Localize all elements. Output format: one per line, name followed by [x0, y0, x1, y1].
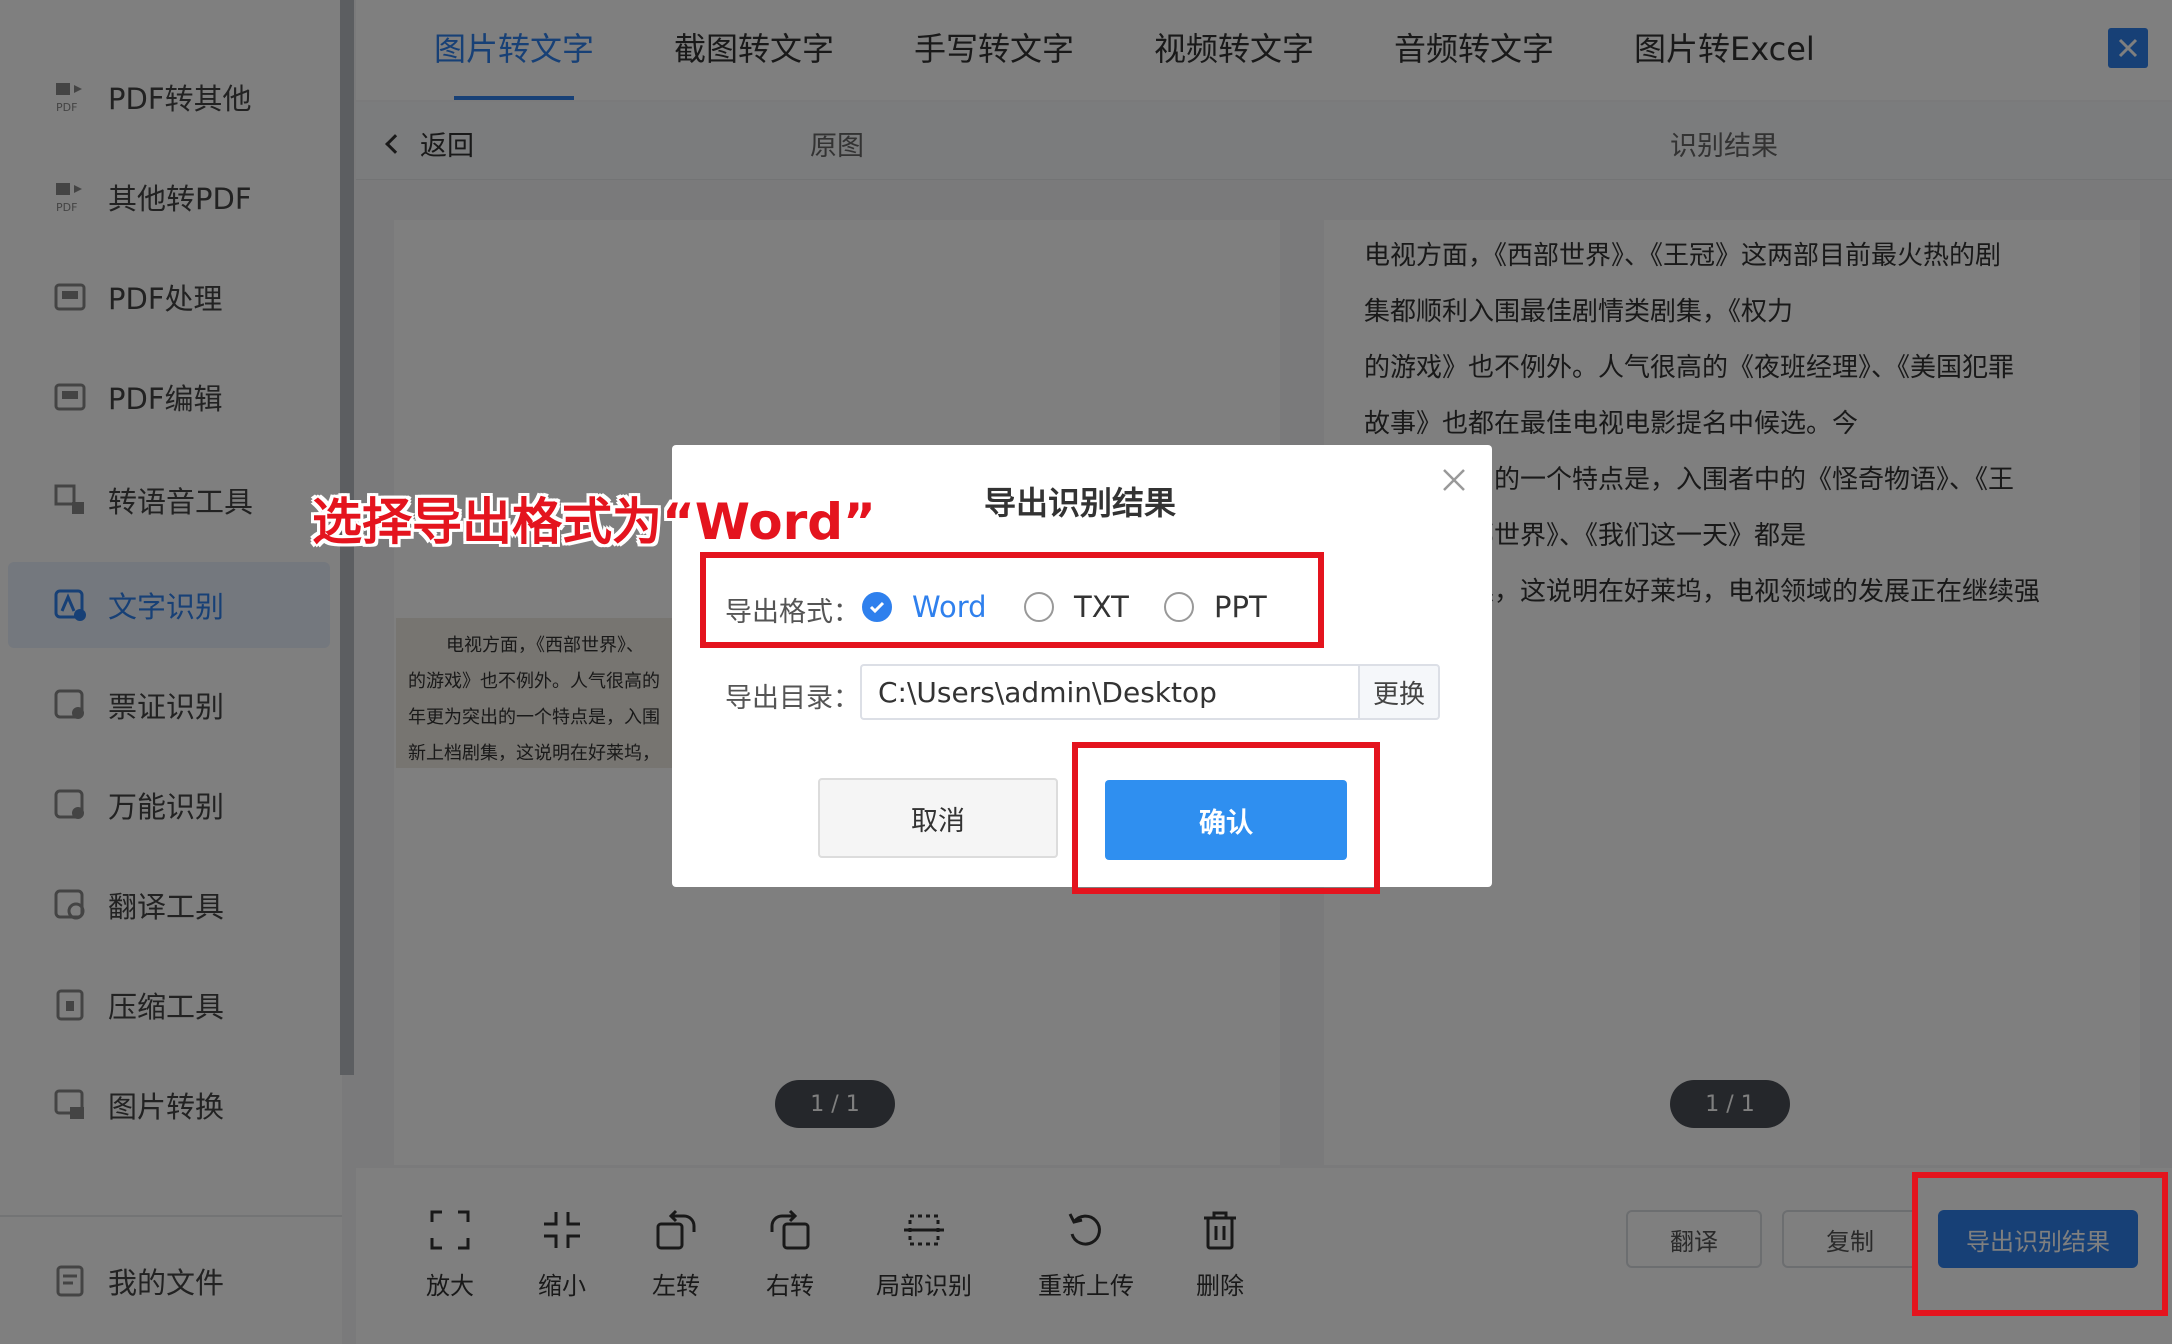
dialog-title: 导出识别结果	[984, 484, 1177, 522]
change-dir-button[interactable]: 更换	[1358, 664, 1440, 720]
dialog-close-button[interactable]	[1440, 466, 1468, 494]
highlight-format-box	[700, 552, 1324, 648]
highlight-confirm-box	[1072, 742, 1380, 894]
cancel-button[interactable]: 取消	[818, 778, 1058, 858]
export-dir-label: 导出目录：	[725, 683, 860, 714]
export-dir-input[interactable]: C:\Users\admin\Desktop	[860, 664, 1358, 720]
close-icon	[1443, 469, 1465, 491]
highlight-export-box	[1912, 1172, 2168, 1316]
annotation-callout: 选择导出格式为“Word”	[312, 493, 876, 551]
